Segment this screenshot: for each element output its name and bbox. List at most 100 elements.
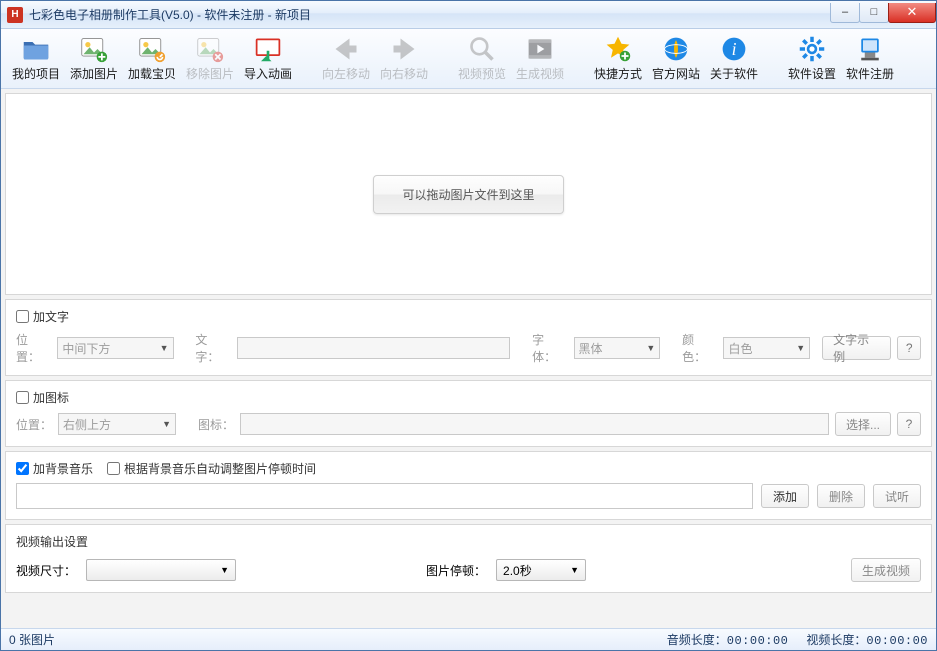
status-audio-label: 音频长度： — [667, 633, 727, 647]
text-font-select[interactable]: 黑体 ▼ — [574, 337, 661, 359]
text-help-button[interactable]: ? — [897, 336, 921, 360]
official-site-icon — [662, 35, 690, 63]
auto-adjust-checkbox-input[interactable] — [107, 462, 120, 475]
drop-hint-button[interactable]: 可以拖动图片文件到这里 — [373, 175, 563, 214]
output-section: 视频输出设置 视频尺寸： ▼ 图片停顿： 2.0秒▼ 生成视频 — [5, 524, 932, 593]
toolbar-remove-image: 移除图片 — [181, 32, 239, 86]
add-text-checkbox[interactable]: 加文字 — [16, 308, 69, 325]
app-window: H 七彩色电子相册制作工具(V5.0) - 软件未注册 - 新项目 – □ ✕ … — [0, 0, 937, 651]
chevron-down-icon: ▼ — [162, 419, 171, 429]
image-drop-panel[interactable]: 可以拖动图片文件到这里 — [5, 93, 932, 295]
toolbar-preview-video: 视频预览 — [453, 32, 511, 86]
preview-video-label: 视频预览 — [458, 65, 506, 82]
move-left-icon — [332, 35, 360, 63]
toolbar-shortcut[interactable]: 快捷方式 — [589, 32, 647, 86]
music-section: 加背景音乐 根据背景音乐自动调整图片停顿时间 添加 删除 试听 — [5, 451, 932, 520]
chevron-down-icon: ▼ — [570, 565, 579, 575]
add-text-checkbox-input[interactable] — [16, 310, 29, 323]
icon-path-label: 图标： — [198, 416, 234, 433]
icon-browse-button[interactable]: 选择... — [835, 412, 891, 436]
text-pos-select[interactable]: 中间下方▼ — [57, 337, 173, 359]
text-font-label: 字体： — [532, 331, 567, 365]
text-color-value: 白色 — [728, 340, 752, 357]
add-music-checkbox[interactable]: 加背景音乐 — [16, 460, 93, 477]
add-text-section: 加文字 位置： 中间下方▼ 文字： 字体： 黑体▼ 颜色： 白色▼ — [5, 299, 932, 376]
minimize-button[interactable]: – — [830, 3, 860, 23]
content-area: 可以拖动图片文件到这里 加文字 位置： 中间下方▼ 文字： 字体： — [1, 89, 936, 628]
register-icon — [856, 35, 884, 63]
music-delete-button[interactable]: 删除 — [817, 484, 865, 508]
icon-pos-value: 右侧上方 — [63, 416, 111, 433]
about-icon: i — [720, 35, 748, 63]
chevron-down-icon: ▼ — [646, 343, 655, 353]
icon-pos-select[interactable]: 右侧上方 ▼ — [58, 413, 176, 435]
auto-adjust-checkbox[interactable]: 根据背景音乐自动调整图片停顿时间 — [107, 460, 316, 477]
official-site-label: 官方网站 — [652, 65, 700, 82]
my-projects-icon — [22, 35, 50, 63]
add-icon-checkbox-label: 加图标 — [33, 389, 69, 406]
text-color-label: 颜色： — [682, 331, 717, 365]
image-pause-select[interactable]: 2.0秒 ▼ — [496, 559, 586, 581]
text-pos-label: 位置： — [16, 331, 51, 365]
image-pause-value: 2.0秒 — [503, 562, 532, 579]
toolbar-my-projects[interactable]: 我的项目 — [7, 32, 65, 86]
load-treasure-label: 加载宝贝 — [128, 65, 176, 82]
my-projects-label: 我的项目 — [12, 65, 60, 82]
toolbar-load-treasure[interactable]: 加载宝贝 — [123, 32, 181, 86]
toolbar-import-anim[interactable]: 导入动画 — [239, 32, 297, 86]
main-toolbar: 我的项目添加图片加载宝贝移除图片导入动画向左移动向右移动 视频预览生成视频 快捷方式… — [1, 29, 936, 89]
toolbar-generate-video: 生成视频 — [511, 32, 569, 86]
remove-image-label: 移除图片 — [186, 65, 234, 82]
text-color-select[interactable]: 白色▼ — [723, 337, 810, 359]
status-video: 视频长度：00:00:00 — [806, 631, 928, 648]
text-sample-button[interactable]: 文字示例 — [822, 336, 891, 360]
status-video-label: 视频长度： — [806, 633, 866, 647]
statusbar: 0 张图片 音频长度：00:00:00 视频长度：00:00:00 — [1, 628, 936, 650]
chevron-down-icon: ▼ — [160, 343, 169, 353]
music-preview-button[interactable]: 试听 — [873, 484, 921, 508]
add-icon-checkbox[interactable]: 加图标 — [16, 389, 69, 406]
add-music-checkbox-input[interactable] — [16, 462, 29, 475]
remove-image-icon — [196, 35, 224, 63]
icon-path-input[interactable] — [240, 413, 829, 435]
about-label: 关于软件 — [710, 65, 758, 82]
window-controls: – □ ✕ — [831, 3, 936, 23]
add-image-label: 添加图片 — [70, 65, 118, 82]
toolbar-move-left: 向左移动 — [317, 32, 375, 86]
maximize-button[interactable]: □ — [859, 3, 889, 23]
music-path-input[interactable] — [16, 483, 753, 509]
add-music-checkbox-label: 加背景音乐 — [33, 460, 93, 477]
preview-video-icon — [468, 35, 496, 63]
move-right-label: 向右移动 — [380, 65, 428, 82]
app-icon: H — [7, 7, 23, 23]
status-audio: 音频长度：00:00:00 — [667, 631, 789, 648]
svg-text:i: i — [732, 39, 737, 59]
generate-video-label: 生成视频 — [516, 65, 564, 82]
generate-video-icon — [526, 35, 554, 63]
text-font-value: 黑体 — [579, 340, 603, 357]
music-add-button[interactable]: 添加 — [761, 484, 809, 508]
icon-help-button[interactable]: ? — [897, 412, 921, 436]
text-content-input[interactable] — [237, 337, 510, 359]
generate-video-button[interactable]: 生成视频 — [851, 558, 921, 582]
toolbar-register[interactable]: 软件注册 — [841, 32, 899, 86]
output-section-title: 视频输出设置 — [16, 533, 921, 550]
toolbar-about[interactable]: i 关于软件 — [705, 32, 763, 86]
video-size-select[interactable]: ▼ — [86, 559, 236, 581]
settings-label: 软件设置 — [788, 65, 836, 82]
load-treasure-icon — [138, 35, 166, 63]
add-text-checkbox-label: 加文字 — [33, 308, 69, 325]
video-size-label: 视频尺寸： — [16, 562, 76, 579]
toolbar-official-site[interactable]: 官方网站 — [647, 32, 705, 86]
toolbar-add-image[interactable]: 添加图片 — [65, 32, 123, 86]
chevron-down-icon: ▼ — [220, 565, 229, 575]
add-icon-section: 加图标 位置： 右侧上方 ▼ 图标： 选择... ? — [5, 380, 932, 447]
close-button[interactable]: ✕ — [888, 3, 936, 23]
add-image-icon — [80, 35, 108, 63]
toolbar-move-right: 向右移动 — [375, 32, 433, 86]
shortcut-label: 快捷方式 — [594, 65, 642, 82]
settings-icon — [798, 35, 826, 63]
icon-pos-label: 位置： — [16, 416, 52, 433]
add-icon-checkbox-input[interactable] — [16, 391, 29, 404]
toolbar-settings[interactable]: 软件设置 — [783, 32, 841, 86]
